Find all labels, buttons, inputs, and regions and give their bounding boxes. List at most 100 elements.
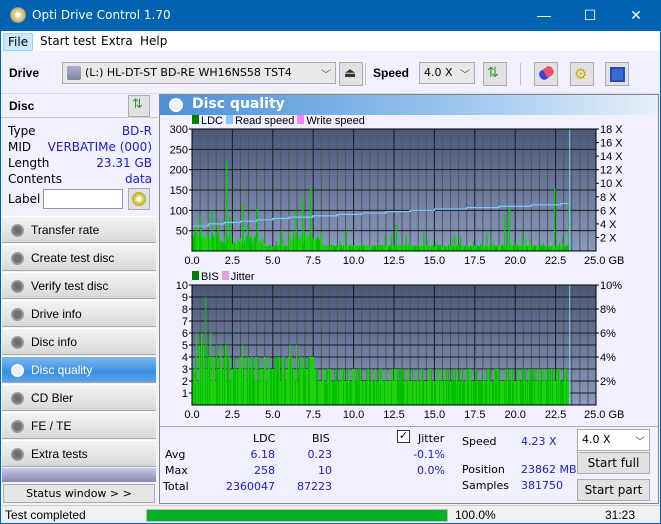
- x-tick-label: 22.5: [545, 255, 566, 267]
- disc-quality-icon: [169, 98, 183, 112]
- drive-icon: [67, 66, 81, 80]
- y2-tick-label: 2%: [600, 376, 616, 388]
- peak-bar: [246, 224, 249, 251]
- disc-label-button[interactable]: [128, 188, 150, 210]
- disc-label-input[interactable]: [43, 189, 123, 209]
- disc-contents-value: data: [124, 172, 152, 186]
- drive-select[interactable]: (L:) HL-DT-ST BD-RE WH16NS58 TST4 ﹀: [62, 62, 336, 84]
- speed-select[interactable]: 4.0 X ﹀: [419, 62, 475, 84]
- maximize-button[interactable]: ☐: [567, 0, 613, 31]
- panel-title: Disc quality: [192, 96, 285, 112]
- menu-help[interactable]: Help: [136, 33, 171, 49]
- disc-mid-value: VERBATIMe (000): [47, 140, 152, 154]
- y2-tick-label: 14 X: [600, 151, 623, 163]
- peak-bar: [345, 230, 348, 251]
- y2-tick-label: 8 X: [600, 192, 617, 204]
- status-window-button[interactable]: Status window > >: [3, 484, 155, 503]
- nav-label: CD Bler: [31, 391, 74, 405]
- elapsed-time: 31:23: [605, 508, 636, 522]
- chevron-down-icon: ﹀: [321, 70, 331, 81]
- peak-bar: [256, 206, 259, 251]
- disc-refresh-button[interactable]: ⇅: [128, 95, 150, 117]
- nav-create-test-disc[interactable]: Create test disc: [2, 244, 156, 271]
- eject-button[interactable]: ⏏: [339, 62, 363, 86]
- disc-mid-row: MID VERBATIMe (000): [8, 140, 152, 156]
- save-icon: [610, 67, 625, 82]
- position-label: Position: [462, 463, 505, 476]
- disc-info-icon: [11, 336, 24, 349]
- bis-chart: 12345678910 2% 4% 6% 8% 10% 0.0 2.5 5.0 7.5 10.0 12…: [176, 281, 625, 421]
- nav-extra-tests[interactable]: Extra tests: [2, 440, 156, 467]
- peak-bar: [200, 216, 202, 251]
- nav-verify-test-disc[interactable]: Verify test disc: [2, 272, 156, 299]
- nav-label: Create test disc: [31, 251, 115, 265]
- disc-header-title: Disc: [9, 99, 35, 113]
- minimize-button[interactable]: —: [521, 0, 567, 31]
- peak-bar: [486, 232, 488, 251]
- erase-button[interactable]: [534, 62, 558, 86]
- speed-label: Speed: [373, 66, 410, 80]
- x-tick-label: 0.0: [184, 409, 199, 421]
- jitter-label: Jitter: [418, 432, 445, 445]
- x-tick-label: 2.5: [225, 409, 240, 421]
- stats-avg-label: Avg: [165, 448, 186, 461]
- x-tick-label: 22.5: [545, 409, 566, 421]
- ldc-chart: 50 100 150 200 250 300 2 X4 X 6 X8 X 10 X12 X 14 …: [170, 125, 625, 267]
- peak-bar: [225, 161, 228, 251]
- close-button[interactable]: ✕: [613, 0, 659, 31]
- x-tick-label: 17.5: [464, 255, 485, 267]
- y-tick-label: 9: [182, 292, 188, 304]
- y-tick-label: 5: [182, 340, 188, 352]
- menu-extra[interactable]: Extra: [97, 33, 137, 49]
- extra-tests-icon: [11, 448, 24, 461]
- left-panel: Disc ⇅ Type BD-R MID VERBATIMe (000) Len…: [1, 94, 158, 504]
- nav-drive-info[interactable]: Drive info: [2, 300, 156, 327]
- samples-value: 381750: [521, 479, 563, 492]
- disc-quality-icon: [11, 364, 24, 377]
- stats-avg-ldc: 6.18: [250, 448, 276, 461]
- progress-fill: [147, 510, 447, 521]
- drive-label: Drive: [9, 66, 40, 80]
- refresh-button[interactable]: ⇅: [483, 62, 507, 86]
- y2-tick-label: 8%: [600, 304, 616, 316]
- data-bar: [568, 381, 570, 405]
- save-button[interactable]: [605, 62, 629, 86]
- disc-length-value: 23.31 GB: [96, 156, 152, 170]
- start-part-button[interactable]: Start part: [577, 479, 650, 501]
- x-tick-label: 12.5: [383, 255, 404, 267]
- stats-max-ldc: 258: [254, 464, 275, 477]
- stats-total-ldc: 2360047: [226, 480, 275, 493]
- progress-bar: [146, 509, 448, 522]
- nav-label: Extra tests: [31, 447, 88, 461]
- y2-tick-label: 6 X: [600, 205, 617, 217]
- stats-divider: [160, 426, 658, 427]
- chevron-down-icon: ﹀: [460, 70, 470, 81]
- nav-disc-quality[interactable]: Disc quality: [2, 356, 156, 383]
- disc-icon: [132, 192, 146, 206]
- y2-tick-label: 4 X: [600, 219, 617, 231]
- nav-disc-info[interactable]: Disc info: [2, 328, 156, 355]
- start-full-button[interactable]: Start full: [577, 452, 650, 474]
- menu-start-test[interactable]: Start test: [36, 33, 100, 49]
- peak-bar: [280, 230, 283, 251]
- nav-transfer-rate[interactable]: Transfer rate: [2, 216, 156, 243]
- app-window: Opti Drive Control 1.70 — ☐ ✕ File Start…: [1, 0, 660, 523]
- y-tick-label: 300: [170, 125, 188, 136]
- peak-bar: [309, 187, 312, 251]
- x-tick-label: 0.0: [184, 255, 199, 267]
- y-tick-label: 100: [170, 205, 188, 217]
- nav-fe-te[interactable]: FE / TE: [2, 412, 156, 439]
- jitter-checkbox[interactable]: ✓: [397, 430, 410, 443]
- disc-label-label: Label: [8, 192, 41, 206]
- stats-header-ldc: LDC: [253, 432, 276, 445]
- disc-type-value: BD-R: [121, 124, 152, 138]
- test-speed-select[interactable]: 4.0 X ﹀: [577, 429, 650, 451]
- test-speed-value: 4.0 X: [582, 433, 611, 446]
- nav-filler: [2, 468, 156, 482]
- menu-file[interactable]: File: [3, 33, 34, 51]
- disc-length-row: Length 23.31 GB: [8, 156, 152, 172]
- disc-contents-label: Contents: [8, 172, 62, 186]
- nav-cd-bler[interactable]: CD Bler: [2, 384, 156, 411]
- settings-button[interactable]: ⚙: [570, 62, 594, 86]
- y2-tick-label: 4%: [600, 352, 616, 364]
